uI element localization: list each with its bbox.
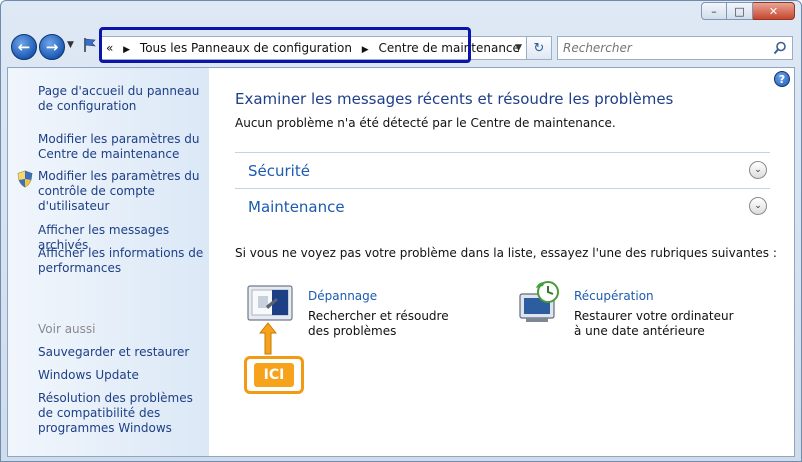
chevron-down-icon[interactable]: ⌄ [749,161,767,179]
forward-button[interactable]: → [39,34,65,60]
search-box[interactable] [557,36,793,60]
troubleshooting-icon[interactable] [246,282,298,326]
navigation-bar: ← → ▼ « ▶ Tous les Panneaux de configura… [7,27,795,63]
recovery-link[interactable]: Récupération [574,289,654,303]
minimize-button[interactable]: – [701,2,727,20]
annotation-arrow-icon [259,322,277,355]
section-maintenance-label: Maintenance [248,198,345,216]
sidebar-link-performance-info[interactable]: Afficher les informations de performance… [38,246,204,276]
section-security-label: Sécurité [248,162,310,180]
control-panel-flag-icon [84,38,96,52]
section-security[interactable]: Sécurité ⌄ [235,152,770,187]
sidebar-link-compatibility-troubleshooter[interactable]: Résolution des problèmes de compatibilit… [38,391,204,436]
breadcrumb-separator-icon[interactable]: ▶ [123,45,130,55]
recent-pages-dropdown[interactable]: ▼ [67,40,74,50]
breadcrumb: « ▶ Tous les Panneaux de configuration ▶… [106,41,520,55]
help-icon[interactable]: ? [774,71,790,87]
breadcrumb-all-control-panels[interactable]: Tous les Panneaux de configuration [140,41,352,55]
sidebar-link-backup-restore[interactable]: Sauvegarder et restaurer [38,345,204,360]
sidebar-link-windows-update[interactable]: Windows Update [38,368,204,383]
search-input[interactable] [563,38,763,58]
sidebar-link-control-panel-home[interactable]: Page d'accueil du panneau de configurati… [38,84,204,114]
page-title: Examiner les messages récents et résoudr… [235,90,674,108]
troubleshooting-link[interactable]: Dépannage [308,289,377,303]
sidebar-link-action-center-settings[interactable]: Modifier les paramètres du Centre de mai… [38,132,204,162]
status-message: Aucun problème n'a été détecté par le Ce… [235,116,616,130]
control-panel-window: – □ ✕ ← → ▼ « ▶ Tous les Panneaux de con… [0,0,802,462]
sidebar-link-uac-settings[interactable]: Modifier les paramètres du contrôle de c… [38,169,204,214]
recovery-icon[interactable] [512,280,564,324]
close-button[interactable]: ✕ [753,2,795,20]
uac-shield-icon [17,170,33,188]
breadcrumb-separator-icon[interactable]: ▶ [362,45,369,55]
section-maintenance[interactable]: Maintenance ⌄ [235,188,770,223]
sidebar: Page d'accueil du panneau de configurati… [8,68,209,456]
back-button[interactable]: ← [11,34,37,60]
troubleshoot-hint: Si vous ne voyez pas votre problème dans… [235,246,777,260]
breadcrumb-action-center[interactable]: Centre de maintenance [379,41,520,55]
caption-buttons: – □ ✕ [701,2,795,20]
recovery-description: Restaurer votre ordinateur à une date an… [574,309,734,338]
refresh-button[interactable]: ↻ [526,36,552,60]
client-area: Page d'accueil du panneau de configurati… [7,67,795,457]
annotation-callout: ICI [244,356,304,394]
see-also-label: Voir aussi [38,322,96,336]
annotation-label: ICI [253,363,295,387]
search-icon[interactable] [773,41,787,55]
address-dropdown[interactable]: ▼ [515,43,522,53]
maximize-button[interactable]: □ [727,2,753,20]
address-bar[interactable]: « ▶ Tous les Panneaux de configuration ▶… [99,36,527,60]
troubleshooting-description: Rechercher et résoudre des problèmes [308,309,449,338]
chevron-down-icon[interactable]: ⌄ [749,197,767,215]
breadcrumb-overflow[interactable]: « [106,41,113,55]
